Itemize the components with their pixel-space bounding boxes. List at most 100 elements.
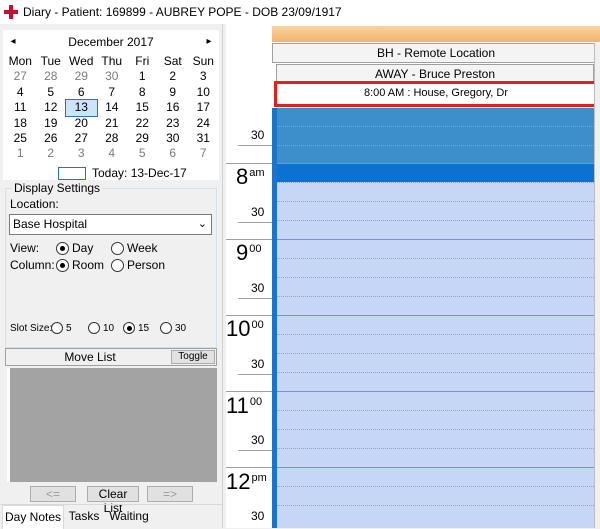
weekday-row: Mon Tue Wed Thu Fri Sat Sun <box>5 54 219 69</box>
calendar-day[interactable]: 18 <box>5 116 36 131</box>
tab-tasks[interactable]: Tasks <box>66 507 102 527</box>
calendar-day[interactable]: 21 <box>97 116 128 131</box>
calendar-day[interactable]: 5 <box>36 85 67 100</box>
hour-label-10: 1000 <box>226 316 264 341</box>
calendar-day[interactable]: 30 <box>97 69 128 84</box>
calendar-day[interactable]: 10 <box>188 85 219 100</box>
tab-day-notes[interactable]: Day Notes <box>2 505 64 529</box>
slot-size-label: Slot Size: <box>10 323 53 334</box>
calendar-day[interactable]: 25 <box>5 131 36 146</box>
slot-30-radio[interactable]: 30 <box>160 322 186 334</box>
calendar-day[interactable]: 4 <box>97 146 128 161</box>
calendar-day[interactable]: 7 <box>188 146 219 161</box>
calendar-day[interactable]: 12 <box>36 100 67 115</box>
location-column-header[interactable]: BH - Remote Location <box>272 43 600 63</box>
calendar-day[interactable]: 28 <box>36 69 67 84</box>
prev-month-icon[interactable]: ◂ <box>6 34 20 50</box>
move-next-button[interactable]: => <box>147 486 193 502</box>
next-month-icon[interactable]: ▸ <box>202 34 216 50</box>
appointment-grid[interactable] <box>277 108 600 528</box>
location-select[interactable]: Base Hospital ⌄ <box>9 214 212 235</box>
radio-unchecked-icon <box>88 322 100 334</box>
half-hour-tick <box>238 450 272 451</box>
calendar-day[interactable]: 9 <box>158 85 189 100</box>
calendar-day[interactable]: 26 <box>36 131 67 146</box>
calendar-day[interactable]: 28 <box>97 131 128 146</box>
move-prev-button[interactable]: <= <box>30 486 76 502</box>
calendar-day[interactable]: 22 <box>127 116 158 131</box>
calendar-day[interactable]: 17 <box>188 100 219 115</box>
radio-checked-icon <box>123 322 135 334</box>
calendar-day[interactable]: 2 <box>36 146 67 161</box>
calendar-day[interactable]: 23 <box>158 116 189 131</box>
free-slots[interactable] <box>277 182 600 528</box>
hour-tick <box>226 239 272 240</box>
half-hour-tick <box>238 222 272 223</box>
calendar-day[interactable]: 5 <box>127 146 158 161</box>
radio-checked-icon <box>56 241 69 255</box>
hour-line <box>277 239 600 240</box>
move-list-body[interactable] <box>7 368 217 482</box>
toggle-button[interactable]: Toggle <box>171 350 215 364</box>
calendar-day[interactable]: 3 <box>188 69 219 84</box>
calendar-day[interactable]: 14 <box>97 100 128 115</box>
vertical-scrollbar[interactable] <box>594 43 600 528</box>
slot-15-radio[interactable]: 15 <box>123 322 149 334</box>
display-settings-group: Display Settings Location: Base Hospital… <box>5 181 217 348</box>
calendar-day[interactable]: 6 <box>158 146 189 161</box>
column-person-radio[interactable]: Person <box>111 258 165 272</box>
calendar-month-label: December 2017 <box>68 35 154 49</box>
calendar-day[interactable]: 29 <box>66 69 97 84</box>
calendar-day[interactable]: 27 <box>66 131 97 146</box>
view-day-radio[interactable]: Day <box>56 241 93 255</box>
calendar-day[interactable]: 3 <box>66 146 97 161</box>
calendar-day[interactable]: 4 <box>5 85 36 100</box>
half-hour-tick <box>238 374 272 375</box>
radio-checked-icon <box>56 258 69 272</box>
slot-line <box>277 296 600 297</box>
slot-10-radio[interactable]: 10 <box>88 322 114 334</box>
calendar-day[interactable]: 24 <box>188 116 219 131</box>
calendar-grid: Mon Tue Wed Thu Fri Sat Sun 27 28 29 30 … <box>5 54 219 162</box>
calendar-day[interactable]: 30 <box>158 131 189 146</box>
today-link[interactable]: Today: 13-Dec-17 <box>58 166 187 180</box>
slot-line <box>277 334 600 335</box>
view-day-label: Day <box>72 241 94 255</box>
calendar-day[interactable]: 16 <box>158 100 189 115</box>
slot-5-radio[interactable]: 5 <box>51 322 72 334</box>
clear-list-button[interactable]: Clear List <box>87 486 139 515</box>
calendar-day[interactable]: 20 <box>66 116 97 131</box>
calendar-day[interactable]: 29 <box>127 131 158 146</box>
column-room-radio[interactable]: Room <box>56 258 104 272</box>
view-week-radio[interactable]: Week <box>111 241 157 255</box>
calendar-day-selected[interactable]: 13 <box>65 99 98 117</box>
calendar-day[interactable]: 8 <box>127 85 158 100</box>
appointment-banner[interactable]: 8:00 AM : House, Gregory, Dr <box>274 81 598 107</box>
calendar-day[interactable]: 7 <box>97 85 128 100</box>
calendar-day[interactable]: 11 <box>5 100 36 115</box>
calendar-day[interactable]: 31 <box>188 131 219 146</box>
hour-label-12: 12pm <box>226 469 267 494</box>
calendar-day[interactable]: 2 <box>158 69 189 84</box>
calendar-day[interactable]: 6 <box>66 85 97 100</box>
calendar-day[interactable]: 19 <box>36 116 67 131</box>
hour-label-8: 8am <box>236 164 265 189</box>
slot-line <box>277 486 600 487</box>
time-ruler: 7 30 8am 30 900 30 1000 30 1100 30 12pm … <box>226 108 272 528</box>
weekday-label: Mon <box>8 54 32 68</box>
hour-line <box>277 467 600 468</box>
move-list-title: Move List <box>64 350 116 364</box>
calendar-day[interactable]: 15 <box>127 100 158 115</box>
location-value: Base Hospital <box>13 217 88 231</box>
calendar-day[interactable]: 27 <box>5 69 36 84</box>
tab-waiting[interactable]: Waiting <box>106 507 152 527</box>
booked-slots[interactable] <box>277 108 600 164</box>
bottom-tab-strip: Day Notes Tasks Waiting <box>0 504 222 529</box>
month-calendar: ◂ December 2017 ▸ Mon Tue Wed Thu Fri Sa… <box>3 30 219 180</box>
title-bar: Diary - Patient: 169899 - AUBREY POPE - … <box>0 0 600 24</box>
day-header-strip <box>272 26 600 42</box>
current-slot[interactable] <box>277 164 600 182</box>
calendar-day[interactable]: 1 <box>127 69 158 84</box>
calendar-day[interactable]: 1 <box>5 146 36 161</box>
slot-line <box>277 182 600 183</box>
